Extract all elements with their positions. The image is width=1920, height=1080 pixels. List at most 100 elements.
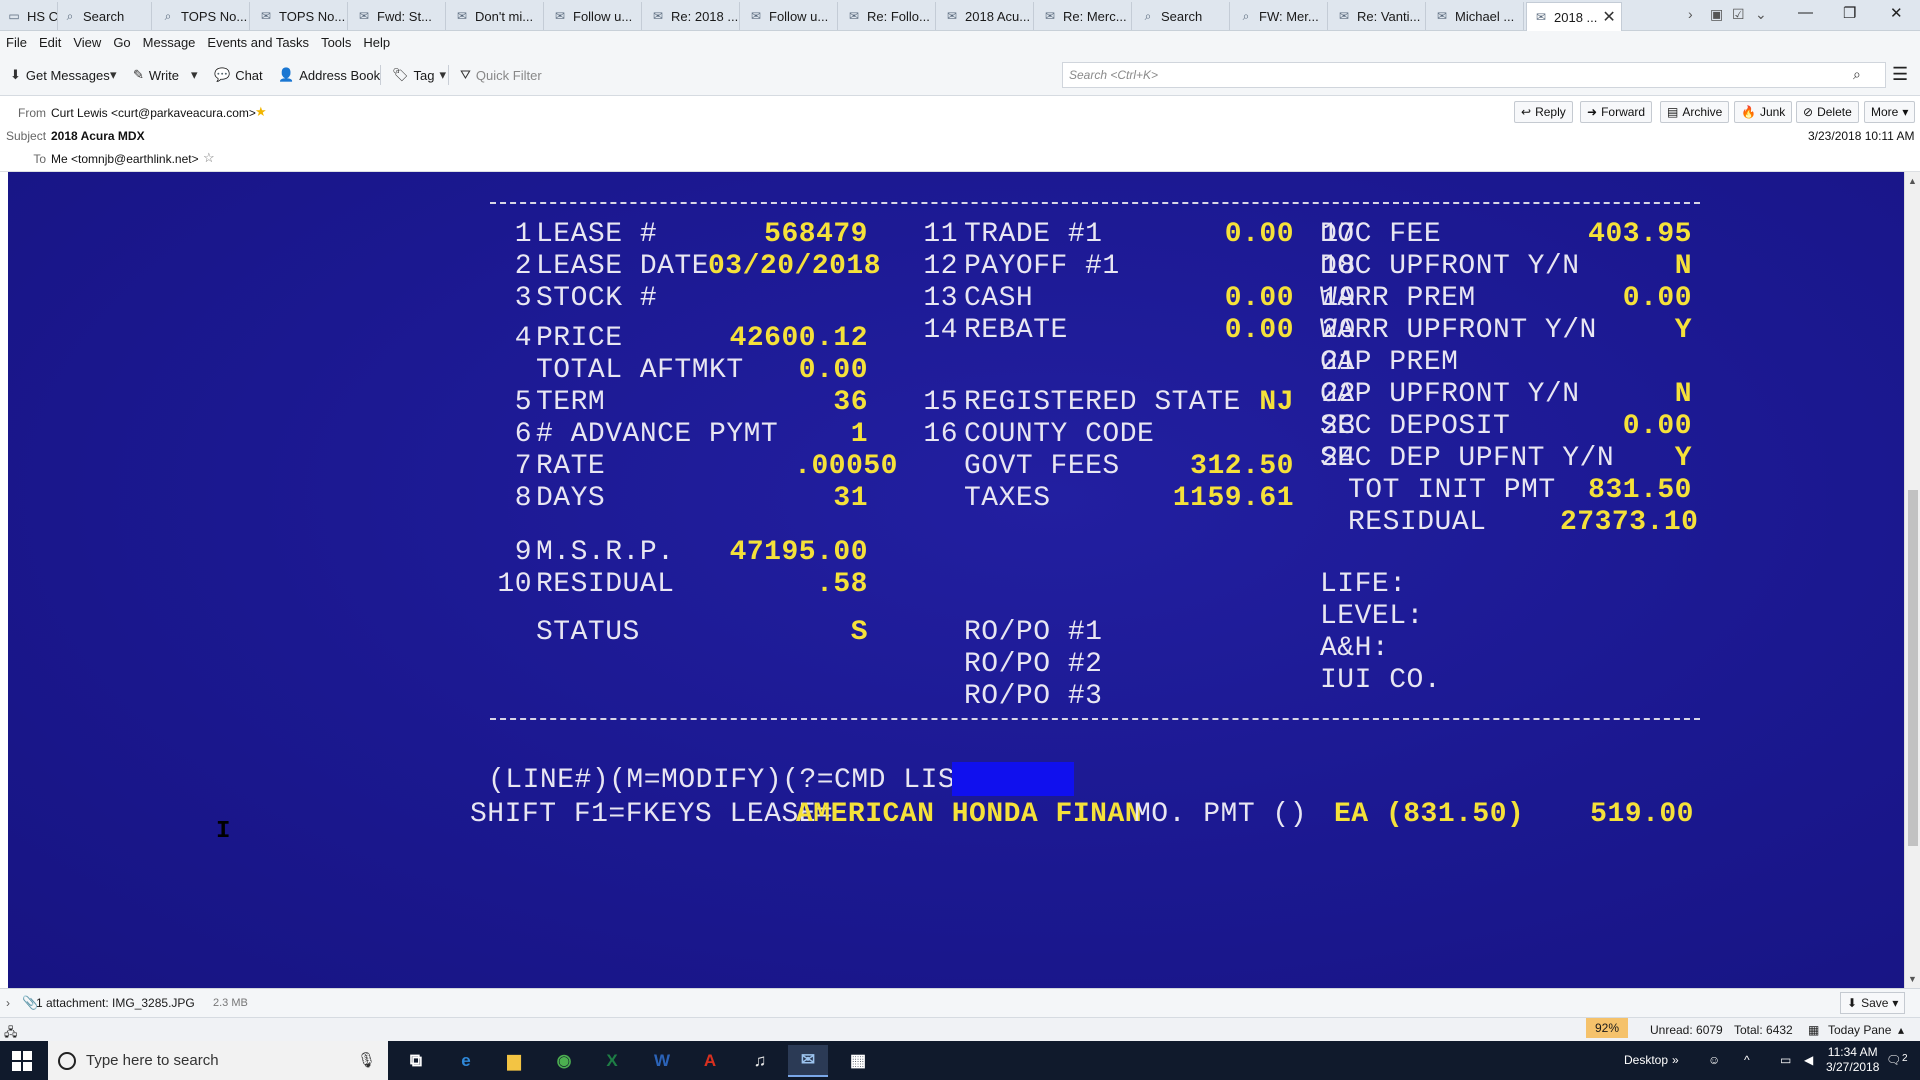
tab-11[interactable]: ✉ Re: Merc... [1036,2,1132,30]
word-icon[interactable]: W [642,1045,682,1077]
save-attachment-button[interactable]: ⬇ Save ▾ [1840,992,1906,1014]
scroll-down-icon[interactable]: ▼ [1908,974,1917,984]
quick-filter-button[interactable]: ⛛ Quick Filter [460,64,542,86]
mail-icon: ✉ [260,9,272,23]
task-view-icon[interactable]: ⧉ [396,1045,436,1077]
archive-button[interactable]: ▤ Archive [1660,101,1730,123]
forward-button[interactable]: ➜ Forward [1580,101,1653,123]
scroll-up-icon[interactable]: ▲ [1908,176,1917,186]
calculator-icon[interactable]: ▦ [838,1045,878,1077]
star-empty-icon[interactable]: ☆ [203,150,215,166]
expand-chevron-icon[interactable]: › [6,996,10,1010]
message-scrollbar[interactable]: ▲ ▼ [1904,172,1920,988]
menu-view[interactable]: View [73,35,101,50]
desktop-toolbar-label[interactable]: Desktop [1624,1053,1668,1067]
tab-13[interactable]: ⌕ FW: Mer... [1232,2,1328,30]
windows-start-icon[interactable] [12,1051,32,1071]
tray-overflow-icon[interactable]: ^ [1744,1053,1750,1067]
tab-7[interactable]: ✉ Re: 2018 ... [644,2,740,30]
delete-button[interactable]: ⊘ Delete [1796,101,1859,123]
volume-icon[interactable]: ◀ [1804,1053,1813,1067]
minimize-icon[interactable]: — [1798,4,1813,21]
tab-14[interactable]: ✉ Re: Vanti... [1330,2,1426,30]
menu-message[interactable]: Message [143,35,196,50]
search-icon: ⌕ [1144,8,1152,23]
to-value[interactable]: Me <tomnjb@earthlink.net> [51,152,199,166]
monthly-payment-label: MO. PMT () [1134,799,1308,830]
itunes-icon[interactable]: ♫ [740,1045,780,1077]
tab-label: Follow u... [769,8,829,24]
menu-events-and-tasks[interactable]: Events and Tasks [207,35,309,50]
tab-label: TOPS No... [181,8,248,24]
tab-3[interactable]: ✉ TOPS No... [252,2,348,30]
field-number: 13 [923,283,958,314]
file-explorer-icon[interactable]: ▆ [494,1045,534,1077]
menu-go[interactable]: Go [113,35,130,50]
field-number: 15 [923,387,958,418]
mail-icon: ✉ [1338,9,1350,23]
search-input[interactable]: Search <Ctrl+K> [1062,62,1886,88]
tab-16[interactable]: ✉ 2018 ... ✕ [1526,2,1622,31]
tab-2[interactable]: ⌕ TOPS No... [154,2,250,30]
reply-label: Reply [1535,105,1566,119]
write-dropdown[interactable]: ▾ [191,64,198,86]
junk-button[interactable]: 🔥 Junk [1734,101,1793,123]
command-input-cursor[interactable] [952,762,1074,796]
excel-icon[interactable]: X [592,1045,632,1077]
thunderbird-icon[interactable]: ✉ [788,1045,828,1077]
microphone-icon[interactable]: 🎙 [357,1051,376,1069]
taskbar-search-box[interactable]: Type here to search 🎙 [48,1041,388,1080]
field-number: 10 [497,569,532,600]
forward-label: Forward [1601,105,1646,119]
tab-15[interactable]: ✉ Michael ... [1428,2,1524,30]
menu-help[interactable]: Help [363,35,390,50]
from-value[interactable]: Curt Lewis <curt@parkaveacura.com> [51,106,256,120]
attachment-bar[interactable]: › 📎 1 attachment: IMG_3285.JPG 2.3 MB [0,988,1920,1017]
search-icon[interactable]: ⌕ [1853,66,1861,83]
network-icon[interactable]: ▭ [1780,1053,1791,1067]
tab-menu-chevron-icon[interactable]: ⌄ [1755,6,1767,23]
field-label: RO/PO #3 [964,681,1103,712]
tab-list-icon[interactable]: ▣ [1710,6,1723,23]
tab-9[interactable]: ✉ Re: Follo... [840,2,936,30]
attachment-label[interactable]: 1 attachment: IMG_3285.JPG [36,996,195,1010]
chrome-icon[interactable]: ◉ [544,1045,584,1077]
write-button[interactable]: ✎ Write [133,64,179,86]
taskbar-clock[interactable]: 11:34 AM 3/27/2018 [1826,1045,1879,1075]
people-icon[interactable]: ☺ [1708,1053,1720,1067]
chevron-up-icon[interactable]: ▴ [1898,1023,1904,1037]
tab-6[interactable]: ✉ Follow u... [546,2,642,30]
scroll-tabs-right-icon[interactable]: › [1688,6,1693,22]
more-button[interactable]: More ▾ [1864,101,1916,123]
get-messages-button[interactable]: ⬇ Get Messages [10,64,110,86]
star-filled-icon[interactable]: ★ [255,104,267,120]
address-book-button[interactable]: 👤 Address Book [278,64,380,86]
acrobat-icon[interactable]: A [690,1045,730,1077]
toolbar-expand-icon[interactable]: » [1672,1053,1679,1067]
field-number: 4 [514,323,532,354]
tab-8[interactable]: ✉ Follow u... [742,2,838,30]
restore-icon[interactable]: ❐ [1843,4,1856,22]
action-center-icon[interactable]: 🗨 [1886,1053,1901,1067]
tab-10[interactable]: ✉ 2018 Acu... [938,2,1034,30]
tab-0[interactable]: ▭ HS Cl... [0,2,58,30]
field-label: IUI CO. [1320,665,1442,696]
chat-button[interactable]: 💬 Chat [214,64,263,86]
get-messages-dropdown[interactable]: ▾ [110,64,117,86]
app-menu-icon[interactable]: ☰ [1892,64,1908,85]
menu-edit[interactable]: Edit [39,35,61,50]
close-window-icon[interactable]: ✕ [1890,4,1903,22]
tab-12[interactable]: ⌕ Search [1134,2,1230,30]
menu-file[interactable]: File [6,35,27,50]
tasks-tab-icon[interactable]: ☑ [1732,6,1745,23]
tag-button[interactable]: 🏷 Tag ▾ [392,64,446,86]
tab-1[interactable]: ⌕ Search [56,2,152,30]
reply-button[interactable]: ↩ Reply [1514,101,1573,123]
today-pane-toggle[interactable]: Today Pane [1828,1023,1891,1037]
tab-4[interactable]: ✉ Fwd: St... [350,2,446,30]
menu-tools[interactable]: Tools [321,35,351,50]
edge-browser-icon[interactable]: e [446,1045,486,1077]
scrollbar-thumb[interactable] [1908,490,1918,846]
close-tab-icon[interactable]: ✕ [1602,7,1615,27]
tab-5[interactable]: ✉ Don't mi... [448,2,544,30]
